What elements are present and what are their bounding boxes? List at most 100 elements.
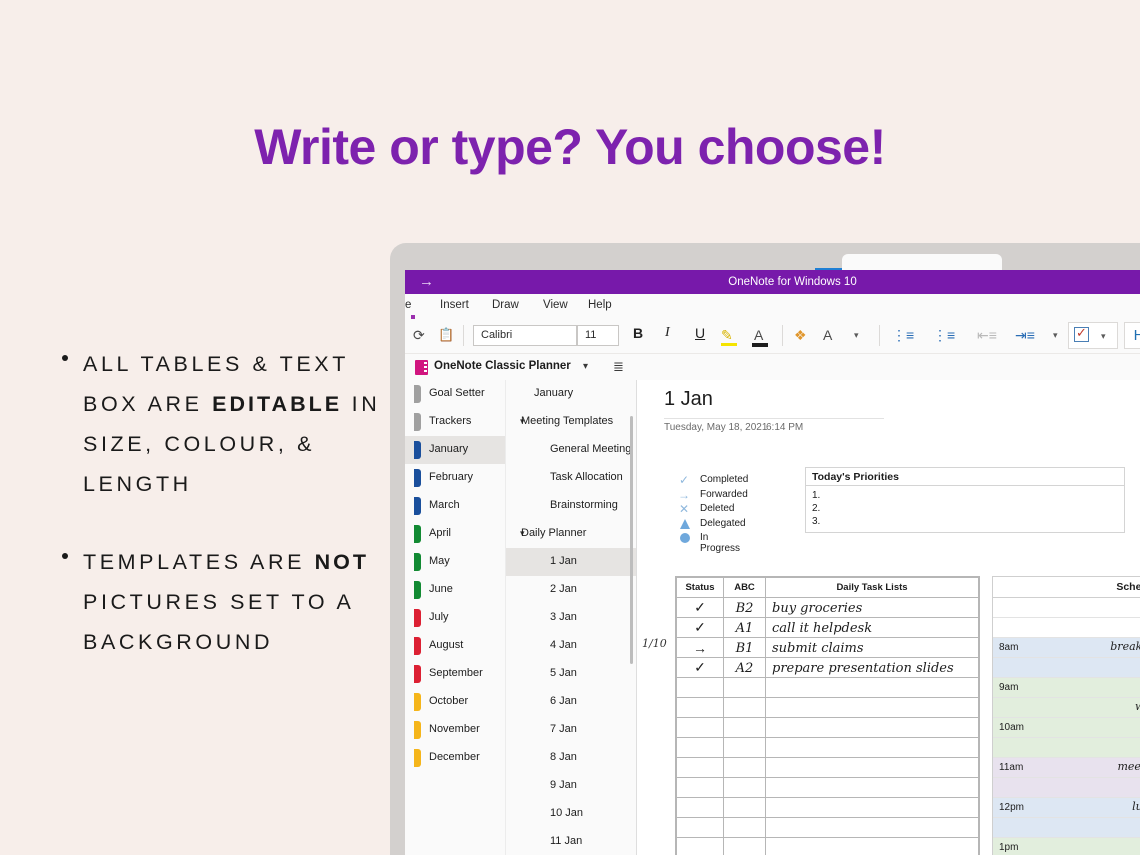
cell-status[interactable] [676, 817, 724, 838]
cell-abc[interactable] [723, 837, 766, 855]
cell-abc[interactable]: A2 [723, 657, 766, 678]
schedule-row[interactable]: 12pm lunch [993, 798, 1140, 818]
sidebar-item-september[interactable]: September [405, 660, 505, 688]
decrease-indent-icon[interactable]: ⇤≡ [977, 327, 997, 344]
cell-abc[interactable] [723, 737, 766, 758]
clear-formatting-icon[interactable]: A [823, 327, 832, 343]
clipboard-icon[interactable]: 📋 [438, 327, 454, 343]
cell-task[interactable] [765, 797, 979, 818]
sidebar-item-july[interactable]: July [405, 604, 505, 632]
schedule-row[interactable] [993, 618, 1140, 638]
chevron-down-icon[interactable]: ▾ [583, 361, 588, 372]
page-item-5-jan[interactable]: 5 Jan [506, 660, 636, 688]
redo-icon[interactable]: ⟳ [413, 327, 425, 344]
page-item-1-jan[interactable]: 1 Jan [506, 548, 636, 576]
page-item-10-jan[interactable]: 10 Jan [506, 800, 636, 828]
schedule-table[interactable]: Schedule 8am breakfast 9am work 10am 11am meet… [992, 576, 1140, 855]
table-row[interactable] [676, 757, 979, 778]
cell-abc[interactable] [723, 717, 766, 738]
table-row[interactable] [676, 677, 979, 698]
table-row[interactable] [676, 777, 979, 798]
cell-abc[interactable] [723, 777, 766, 798]
cell-status[interactable] [676, 737, 724, 758]
table-row[interactable]: ✓ B2 buy groceries [676, 597, 979, 618]
notebook-name[interactable]: OneNote Classic Planner [434, 360, 571, 372]
increase-indent-icon[interactable]: ⇥≡ [1015, 327, 1035, 344]
sort-icon[interactable]: ≣ [613, 359, 624, 375]
menu-item-view[interactable]: View [543, 299, 568, 311]
cell-abc[interactable] [723, 677, 766, 698]
cell-task[interactable] [765, 737, 979, 758]
table-row[interactable] [676, 797, 979, 818]
cell-task[interactable]: prepare presentation slides [765, 657, 979, 678]
cell-task[interactable] [765, 757, 979, 778]
cell-task[interactable] [765, 777, 979, 798]
cell-task[interactable]: buy groceries [765, 597, 979, 618]
sidebar-item-goal-setter[interactable]: Goal Setter [405, 380, 505, 408]
schedule-row[interactable] [993, 598, 1140, 618]
font-name-input[interactable]: Calibri [473, 325, 577, 346]
numbered-list-icon[interactable]: ⋮≡ [933, 327, 955, 344]
page-item-8-jan[interactable]: 8 Jan [506, 744, 636, 772]
font-color-icon[interactable]: A [754, 327, 763, 343]
schedule-row[interactable] [993, 658, 1140, 678]
note-title[interactable]: 1 Jan [664, 388, 713, 411]
browser-tab[interactable] [842, 254, 1002, 271]
sidebar-item-october[interactable]: October [405, 688, 505, 716]
schedule-event[interactable]: lunch [1132, 800, 1140, 813]
cell-abc[interactable] [723, 817, 766, 838]
cell-status[interactable]: ✓ [676, 657, 724, 678]
sidebar-item-april[interactable]: April [405, 520, 505, 548]
page-item-4-jan[interactable]: 4 Jan [506, 632, 636, 660]
sidebar-item-trackers[interactable]: Trackers [405, 408, 505, 436]
page-item-brainstorming[interactable]: Brainstorming [506, 492, 636, 520]
cell-status[interactable] [676, 797, 724, 818]
cell-task[interactable] [765, 837, 979, 855]
heading-button[interactable]: H [1124, 322, 1140, 349]
page-item-general-meeting[interactable]: General Meeting [506, 436, 636, 464]
priority-item[interactable]: 1. [812, 489, 1124, 502]
cell-task[interactable] [765, 677, 979, 698]
page-item-3-jan[interactable]: 3 Jan [506, 604, 636, 632]
menu-item-home[interactable]: e [405, 299, 411, 311]
cell-status[interactable] [676, 697, 724, 718]
daily-task-table[interactable]: Status ABC Daily Task Lists ✓ B2 buy grocerie… [675, 576, 980, 855]
menu-item-insert[interactable]: Insert [440, 299, 469, 311]
cell-status[interactable] [676, 757, 724, 778]
priorities-body[interactable]: 1. 2. 3. [806, 486, 1124, 532]
cell-status[interactable]: ✓ [676, 597, 724, 618]
table-row[interactable] [676, 837, 979, 855]
table-row[interactable] [676, 717, 979, 738]
page-item-11-jan[interactable]: 11 Jan [506, 828, 636, 855]
priorities-box[interactable]: Today's Priorities 1. 2. 3. [805, 467, 1125, 533]
schedule-row[interactable]: 8am breakfast [993, 638, 1140, 658]
schedule-row[interactable]: 9am [993, 678, 1140, 698]
chevron-down-icon[interactable]: ▾ [1101, 331, 1106, 342]
page-item-meeting-templates[interactable]: ▾ Meeting Templates [506, 408, 636, 436]
bold-button[interactable]: B [633, 325, 643, 341]
sidebar-item-november[interactable]: November [405, 716, 505, 744]
table-row[interactable]: ✓ A2 prepare presentation slides [676, 657, 979, 678]
cell-status[interactable]: ✓ [676, 617, 724, 638]
table-row[interactable] [676, 697, 979, 718]
sidebar-item-january[interactable]: January [405, 436, 505, 464]
cell-abc[interactable] [723, 697, 766, 718]
cell-task[interactable]: submit claims [765, 637, 979, 658]
schedule-row[interactable]: 11am meeting [993, 758, 1140, 778]
page-item-9-jan[interactable]: 9 Jan [506, 772, 636, 800]
schedule-row[interactable]: 10am [993, 718, 1140, 738]
cell-status[interactable]: → [676, 637, 724, 658]
chevron-down-icon[interactable]: ▾ [1053, 330, 1058, 341]
schedule-row[interactable] [993, 738, 1140, 758]
sidebar-item-august[interactable]: August [405, 632, 505, 660]
schedule-row[interactable]: 1pm [993, 838, 1140, 855]
cell-status[interactable] [676, 777, 724, 798]
schedule-event[interactable]: meeting [1117, 760, 1140, 773]
sidebar-item-june[interactable]: June [405, 576, 505, 604]
schedule-row[interactable] [993, 818, 1140, 838]
cell-abc[interactable] [723, 757, 766, 778]
page-item-2-jan[interactable]: 2 Jan [506, 576, 636, 604]
menu-item-draw[interactable]: Draw [492, 299, 519, 311]
cell-status[interactable] [676, 677, 724, 698]
menu-item-help[interactable]: Help [588, 299, 612, 311]
